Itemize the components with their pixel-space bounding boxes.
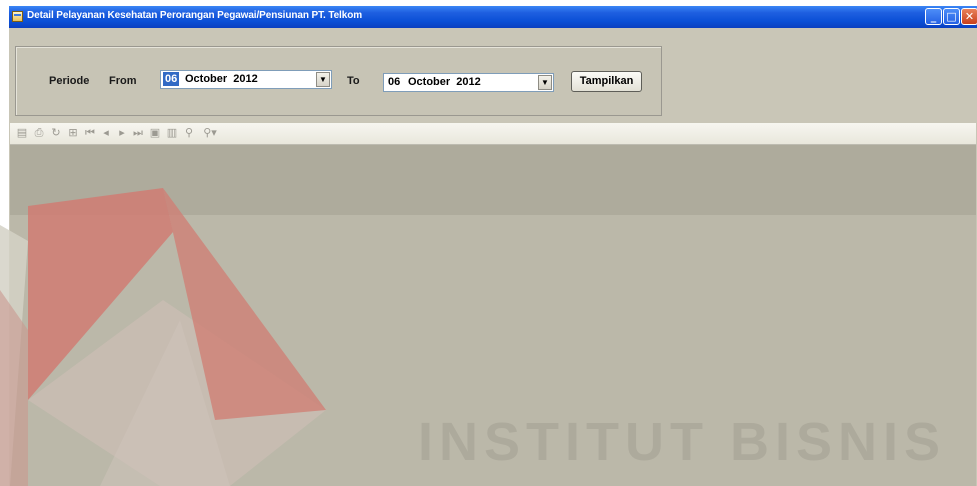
watermark-text: INSTITUT BISNIS	[418, 412, 947, 472]
